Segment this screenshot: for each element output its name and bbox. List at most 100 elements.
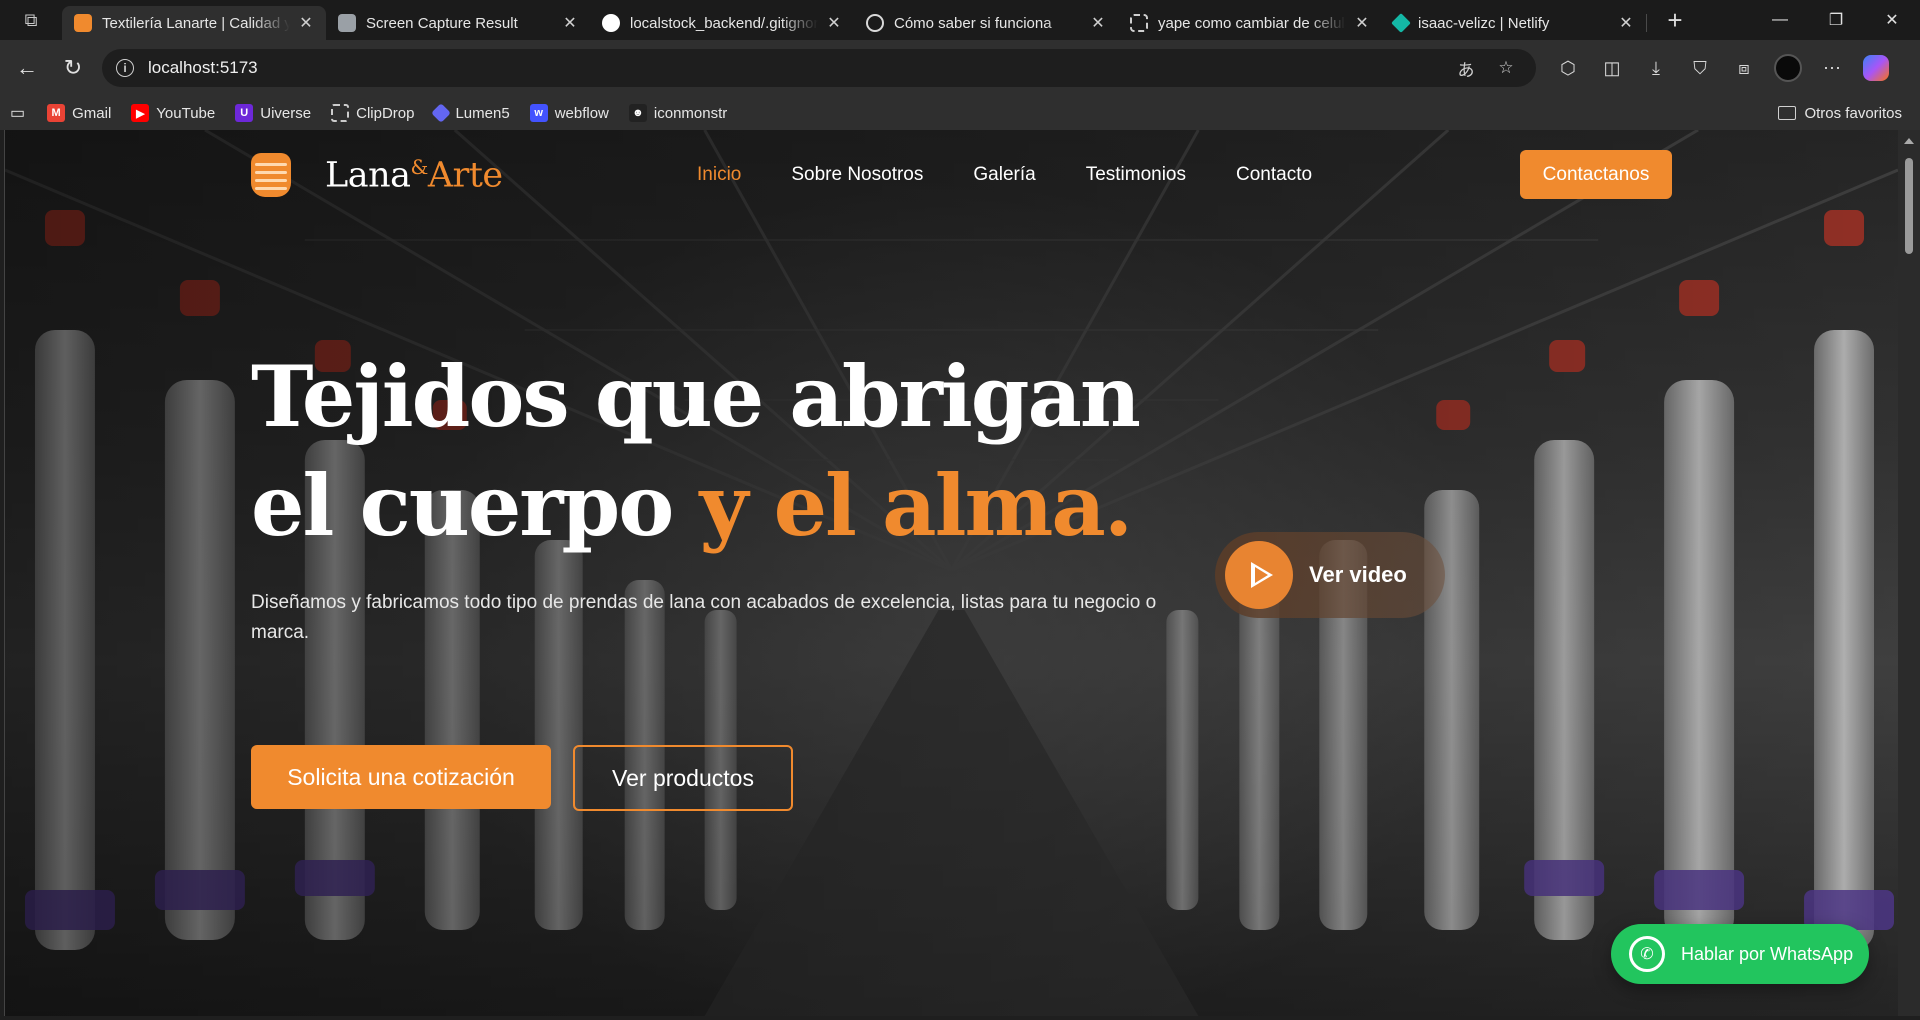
browser-essentials-icon[interactable]: ⛉: [1678, 48, 1722, 88]
tab-lanarte[interactable]: Textilería Lanarte | Calidad y ✕: [62, 6, 326, 40]
page-viewport: Lana&Arte Inicio Sobre Nosotros Galería …: [4, 130, 1898, 1016]
toolbar-actions: ⬡ ◫ ⤓ ⛉ ⧈ ⋯: [1546, 48, 1898, 88]
screenshot-extension-icon[interactable]: ⧈: [1722, 48, 1766, 88]
ver-video-label: Ver video: [1309, 562, 1407, 587]
site-logo[interactable]: Lana&Arte: [251, 150, 503, 200]
github-favicon-icon: [602, 14, 620, 32]
tab-divider: [1646, 14, 1647, 32]
tab-actions-icon[interactable]: ⧉: [0, 0, 62, 40]
ver-productos-button[interactable]: Ver productos: [573, 745, 793, 811]
new-tab-icon[interactable]: +: [1655, 5, 1695, 36]
translate-icon[interactable]: あ: [1446, 56, 1486, 81]
tab-strip: ⧉ Textilería Lanarte | Calidad y ✕ Scree…: [0, 0, 1920, 40]
close-tab-icon[interactable]: ✕: [1616, 13, 1636, 33]
headline-line-2: el cuerpo: [251, 456, 674, 555]
nav-link-testimonios[interactable]: Testimonios: [1086, 164, 1186, 186]
bookmark-label: iconmonstr: [653, 104, 728, 122]
restore-icon[interactable]: ❐: [1808, 0, 1864, 40]
extensions-icon[interactable]: ⬡: [1546, 48, 1590, 88]
close-tab-icon[interactable]: ✕: [824, 13, 844, 33]
main-menu: Inicio Sobre Nosotros Galería Testimonio…: [697, 150, 1362, 200]
uiverse-icon: U: [235, 104, 254, 122]
tab-title: Textilería Lanarte | Calidad y: [102, 14, 290, 32]
perplexity-favicon-icon: [1130, 14, 1148, 32]
tab-netlify[interactable]: isaac-velizc | Netlify ✕: [1382, 6, 1646, 40]
lanarte-favicon-icon: [74, 14, 92, 32]
bookmark-iconmonstr[interactable]: ☻ iconmonstr: [628, 104, 728, 122]
solicita-cotizacion-button[interactable]: Solicita una cotización: [251, 745, 551, 809]
back-arrow-icon[interactable]: ←: [4, 48, 50, 88]
netlify-favicon-icon: [1391, 13, 1411, 33]
split-screen-icon[interactable]: ◫: [1590, 48, 1634, 88]
browser-toolbar: ← ↻ i localhost:5173 あ ☆ ⬡ ◫ ⤓ ⛉ ⧈ ⋯: [0, 40, 1920, 96]
nav-link-sobre-nosotros[interactable]: Sobre Nosotros: [791, 164, 923, 186]
ver-video-button[interactable]: Ver video: [1215, 532, 1445, 618]
bookmark-youtube[interactable]: ▶ YouTube: [131, 104, 215, 122]
headline-accent: y el alma.: [699, 456, 1134, 555]
copilot-icon[interactable]: [1854, 48, 1898, 88]
logo-ampersand: &: [410, 154, 429, 179]
logo-wordmark: Lana&Arte: [325, 155, 503, 196]
more-options-icon[interactable]: ⋯: [1810, 48, 1854, 88]
nav-link-inicio[interactable]: Inicio: [697, 164, 741, 186]
tab-screen-capture[interactable]: Screen Capture Result ✕: [326, 6, 590, 40]
bookmark-label: Uiverse: [260, 104, 312, 122]
tab-yape-search[interactable]: yape como cambiar de celular ✕: [1118, 6, 1382, 40]
tab-title: yape como cambiar de celular: [1158, 14, 1346, 32]
close-tab-icon[interactable]: ✕: [560, 13, 580, 33]
collections-icon[interactable]: ▭: [10, 103, 25, 123]
tab-title: Cómo saber si funciona: [894, 14, 1052, 32]
page-scrollbar[interactable]: [1898, 130, 1920, 1016]
headline-line-1: Tejidos que abrigan: [251, 347, 1141, 446]
tab-title: localstock_backend/.gitignore: [630, 14, 818, 32]
bookmark-label: Lumen5: [455, 104, 510, 122]
bookmark-label: Gmail: [72, 104, 112, 122]
bookmark-lumen5[interactable]: Lumen5: [431, 103, 510, 123]
profile-avatar[interactable]: [1766, 48, 1810, 88]
bookmark-webflow[interactable]: w webflow: [529, 104, 609, 122]
tab-github[interactable]: localstock_backend/.gitignore ✕: [590, 6, 854, 40]
scroll-up-arrow-icon[interactable]: [1904, 138, 1914, 144]
site-navbar: Lana&Arte Inicio Sobre Nosotros Galería …: [5, 150, 1898, 200]
close-window-icon[interactable]: ✕: [1864, 0, 1920, 40]
youtube-icon: ▶: [131, 104, 150, 122]
minimize-icon[interactable]: —: [1752, 0, 1808, 40]
tab-title: isaac-velizc | Netlify: [1418, 14, 1550, 32]
other-favorites-label: Otros favoritos: [1804, 104, 1902, 122]
bookmark-label: YouTube: [156, 104, 216, 122]
tab-chatgpt[interactable]: Cómo saber si funciona ✕: [854, 6, 1118, 40]
folder-icon: [1778, 106, 1797, 120]
nav-link-galeria[interactable]: Galería: [973, 164, 1035, 186]
hero-headline: Tejidos que abrigan el cuerpo y el alma.: [251, 342, 1141, 560]
lumen5-icon: [431, 103, 452, 123]
iconmonstr-icon: ☻: [628, 104, 647, 122]
bookmark-uiverse[interactable]: U Uiverse: [235, 104, 311, 122]
play-icon: [1225, 541, 1293, 609]
nav-link-contacto[interactable]: Contacto: [1236, 164, 1312, 186]
close-tab-icon[interactable]: ✕: [1352, 13, 1372, 33]
whatsapp-icon: ✆: [1629, 936, 1665, 972]
address-bar[interactable]: i localhost:5173 あ ☆: [102, 49, 1536, 87]
hero-overlay: [5, 130, 1898, 1016]
hero-subtitle: Diseñamos y fabricamos todo tipo de pren…: [251, 592, 1157, 643]
url-text[interactable]: localhost:5173: [148, 58, 1446, 78]
bookmark-label: webflow: [554, 104, 609, 122]
favorite-star-icon[interactable]: ☆: [1486, 58, 1526, 78]
webflow-icon: w: [529, 104, 548, 122]
bookmark-gmail[interactable]: M Gmail: [47, 104, 111, 122]
other-favorites[interactable]: Otros favoritos: [1778, 105, 1902, 122]
hero-section: Lana&Arte Inicio Sobre Nosotros Galería …: [5, 130, 1898, 1016]
bookmark-clipdrop[interactable]: ClipDrop: [331, 104, 414, 122]
site-info-icon[interactable]: i: [116, 59, 134, 77]
close-tab-icon[interactable]: ✕: [296, 13, 316, 33]
camera-favicon-icon: [338, 14, 356, 32]
scrollbar-thumb[interactable]: [1905, 158, 1913, 254]
contactanos-button[interactable]: Contactanos: [1520, 150, 1672, 199]
window-controls: — ❐ ✕: [1752, 0, 1920, 40]
gmail-icon: M: [47, 104, 66, 122]
close-tab-icon[interactable]: ✕: [1088, 13, 1108, 33]
whatsapp-button[interactable]: ✆ Hablar por WhatsApp: [1611, 924, 1869, 984]
downloads-icon[interactable]: ⤓: [1634, 48, 1678, 88]
reload-icon[interactable]: ↻: [50, 48, 96, 88]
yarn-ball-icon: [251, 153, 291, 197]
